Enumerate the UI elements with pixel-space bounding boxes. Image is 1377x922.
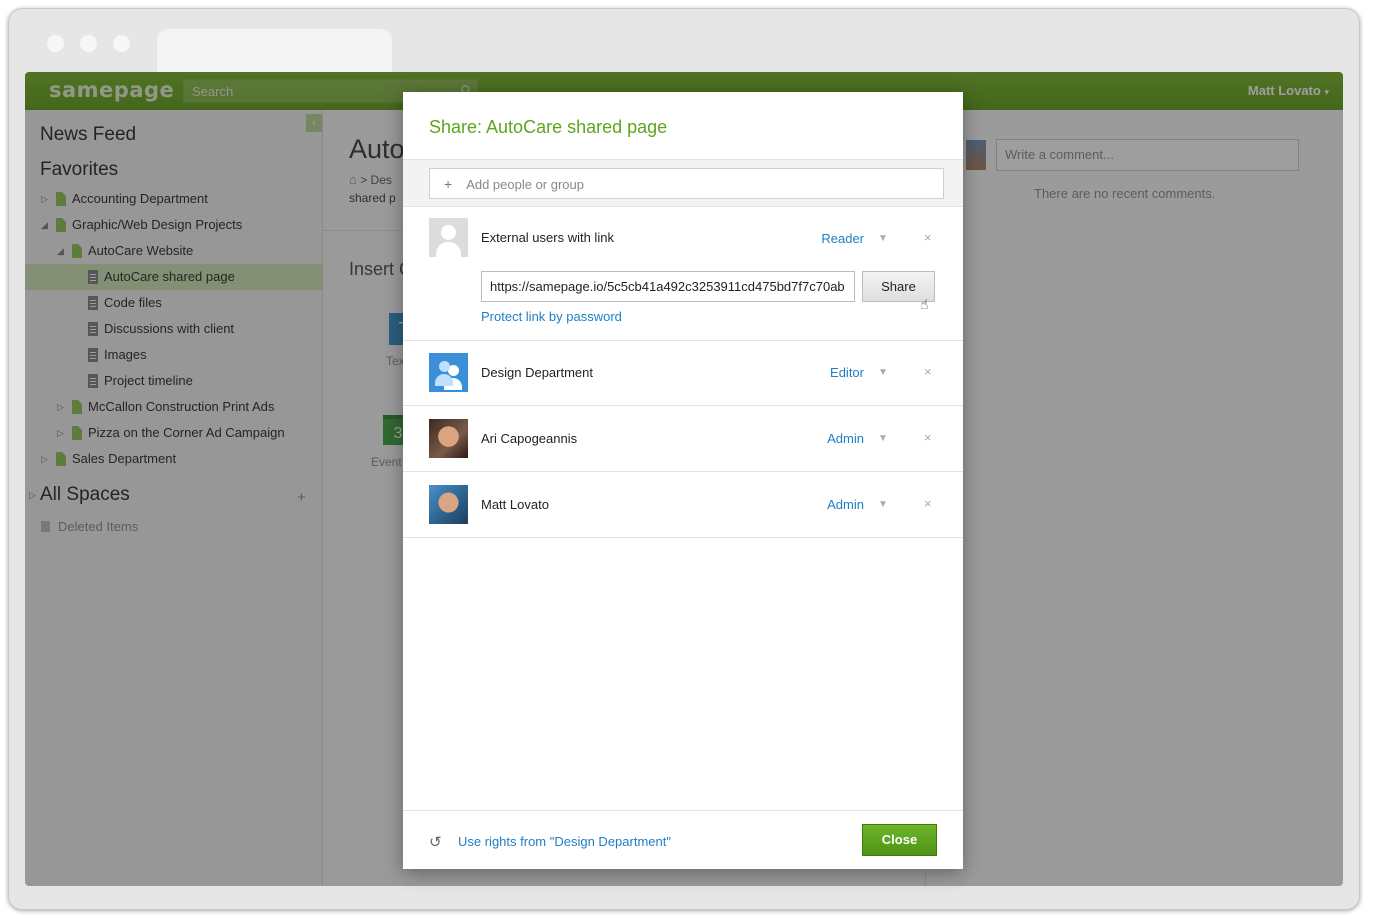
share-row-name: Design Department: [481, 365, 593, 380]
role-dropdown[interactable]: Reader: [794, 231, 864, 246]
remove-icon[interactable]: ×: [924, 430, 932, 445]
chevron-down-icon[interactable]: ▼: [878, 367, 888, 378]
divider: [403, 340, 963, 341]
dialog-title: Share: AutoCare shared page: [429, 117, 668, 137]
share-row-name: Matt Lovato: [481, 497, 549, 512]
plus-icon: +: [444, 176, 453, 192]
role-dropdown[interactable]: Editor: [794, 365, 864, 380]
hand-cursor-icon: ☝: [920, 296, 929, 312]
divider: [403, 471, 963, 472]
share-link-field[interactable]: https://samepage.io/5c5cb41a492c3253911c…: [481, 271, 855, 302]
divider: [403, 405, 963, 406]
window-dot: [80, 35, 97, 52]
window-dot: [47, 35, 64, 52]
divider: [403, 810, 963, 811]
divider: [403, 206, 963, 207]
remove-icon[interactable]: ×: [924, 364, 932, 379]
add-people-placeholder: Add people or group: [466, 177, 584, 192]
generic-user-icon: [429, 218, 468, 257]
revert-icon[interactable]: ↺: [429, 833, 442, 851]
remove-icon[interactable]: ×: [924, 496, 932, 511]
chevron-down-icon[interactable]: ▼: [878, 433, 888, 444]
chevron-down-icon[interactable]: ▼: [878, 499, 888, 510]
share-dialog: Share: AutoCare shared page + Add people …: [403, 92, 963, 869]
close-button[interactable]: Close: [862, 824, 937, 856]
add-people-input[interactable]: + Add people or group: [429, 168, 944, 199]
role-dropdown[interactable]: Admin: [794, 497, 864, 512]
use-rights-link[interactable]: Use rights from "Design Department": [458, 834, 671, 849]
share-row-name: External users with link: [481, 230, 614, 245]
group-icon: [429, 353, 468, 392]
protect-link-password[interactable]: Protect link by password: [481, 309, 622, 324]
chevron-down-icon[interactable]: ▼: [878, 233, 888, 244]
avatar: [429, 419, 468, 458]
avatar: [429, 485, 468, 524]
role-dropdown[interactable]: Admin: [794, 431, 864, 446]
divider: [403, 537, 963, 538]
browser-tab[interactable]: [157, 29, 392, 73]
window-dot: [113, 35, 130, 52]
remove-icon[interactable]: ×: [924, 230, 932, 245]
share-row-name: Ari Capogeannis: [481, 431, 578, 446]
add-people-bar: + Add people or group: [403, 160, 963, 206]
